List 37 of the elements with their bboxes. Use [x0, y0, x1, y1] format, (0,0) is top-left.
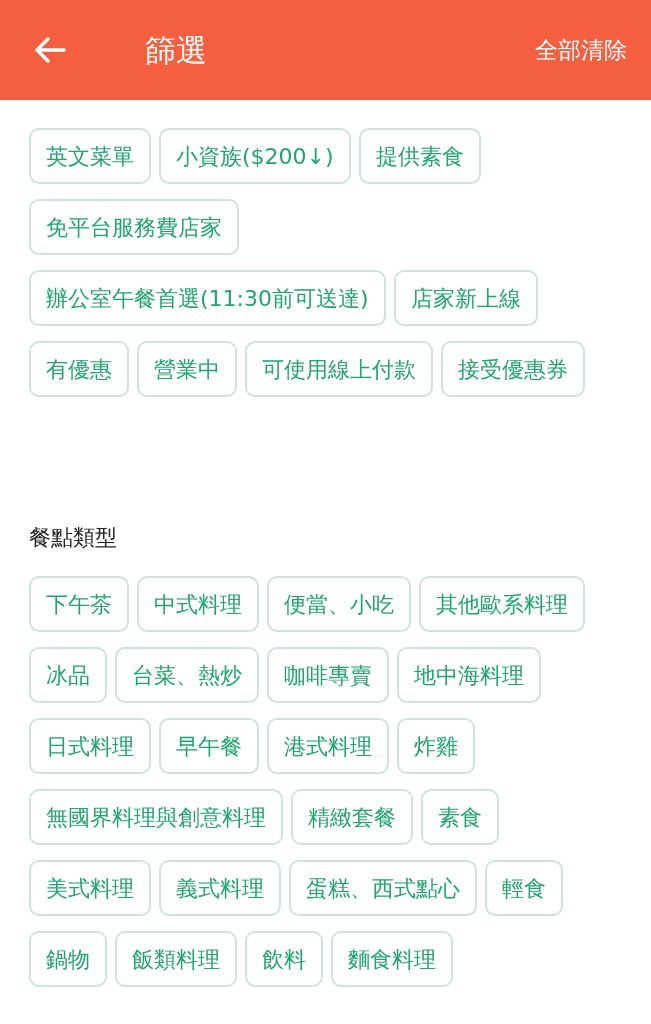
filter-chip[interactable]: 接受優惠券 — [441, 341, 585, 397]
filter-chip[interactable]: 早午餐 — [159, 718, 259, 774]
filter-chip[interactable]: 咖啡專賣 — [267, 647, 389, 703]
filter-chip[interactable]: 美式料理 — [29, 860, 151, 916]
filter-chip[interactable]: 其他歐系料理 — [419, 576, 585, 632]
filter-chip[interactable]: 免平台服務費店家 — [29, 199, 239, 255]
filter-chip[interactable]: 店家新上線 — [393, 270, 538, 326]
filter-chip[interactable]: 精緻套餐 — [291, 789, 413, 845]
filter-chip[interactable]: 蛋糕、西式點心 — [289, 860, 477, 916]
filter-chip[interactable]: 英文菜單 — [29, 128, 151, 184]
filter-chip[interactable]: 飯類料理 — [115, 931, 237, 987]
filter-chip[interactable]: 中式料理 — [137, 576, 259, 632]
filter-chip[interactable]: 地中海料理 — [397, 647, 541, 703]
filter-chip[interactable]: 小資族($200↓) — [159, 128, 351, 184]
filter-chip[interactable]: 輕食 — [485, 860, 563, 916]
filter-chip[interactable]: 炸雞 — [397, 718, 475, 774]
page-title: 篩選 — [145, 30, 207, 70]
filter-chip[interactable]: 鍋物 — [29, 931, 107, 987]
filter-chip[interactable]: 冰品 — [29, 647, 107, 703]
filter-chip[interactable]: 無國界料理與創意料理 — [29, 789, 283, 845]
filter-chip[interactable]: 可使用線上付款 — [245, 341, 433, 397]
filter-chip[interactable]: 下午茶 — [29, 576, 129, 632]
filter-chip[interactable]: 素食 — [421, 789, 499, 845]
filter-chip[interactable]: 營業中 — [137, 341, 237, 397]
clear-all-button[interactable]: 全部清除 — [535, 32, 627, 68]
filter-chip[interactable]: 台菜、熱炒 — [115, 647, 259, 703]
filter-chip[interactable]: 麵食料理 — [331, 931, 453, 987]
filter-chip[interactable]: 日式料理 — [29, 718, 151, 774]
filter-chip[interactable]: 提供素食 — [358, 128, 481, 184]
section-heading: 餐點類型 — [29, 524, 118, 552]
back-arrow-icon[interactable] — [34, 36, 66, 64]
filter-chip[interactable]: 辦公室午餐首選(11:30前可送達) — [29, 270, 386, 326]
filter-chip[interactable]: 有優惠 — [29, 341, 129, 397]
filter-chip[interactable]: 港式料理 — [267, 718, 389, 774]
filter-chip[interactable]: 飲料 — [245, 931, 323, 987]
filter-chip[interactable]: 便當、小吃 — [267, 576, 411, 632]
filter-chip[interactable]: 義式料理 — [159, 860, 281, 916]
